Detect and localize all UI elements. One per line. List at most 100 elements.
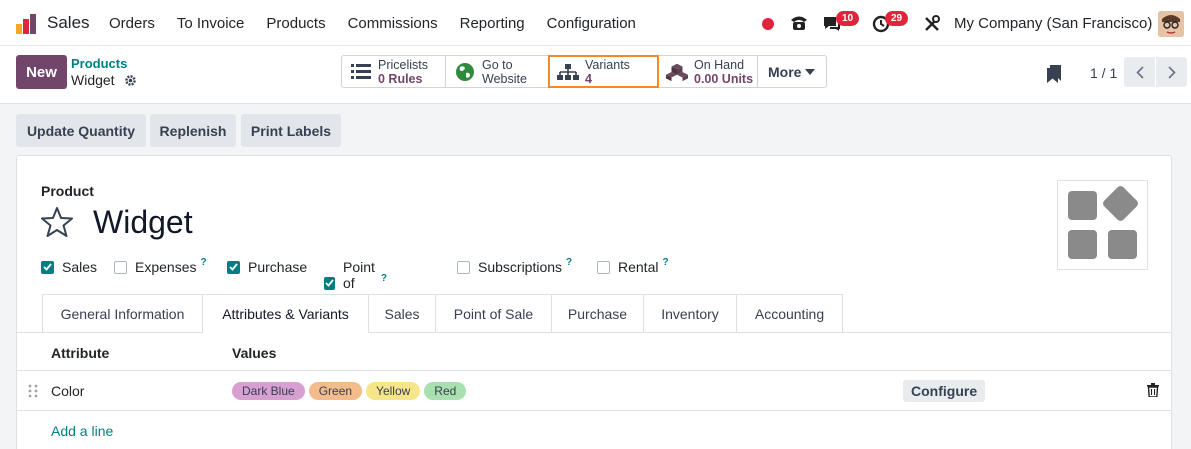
product-field-label: Product [41, 183, 94, 199]
main-menu: Orders To Invoice Products Commissions R… [98, 0, 647, 46]
record-dot-icon[interactable] [762, 18, 774, 30]
configure-button[interactable]: Configure [903, 380, 986, 402]
rental-checkbox[interactable] [597, 260, 610, 274]
pricelists-title: Pricelists [378, 57, 429, 72]
tab-inventory[interactable]: Inventory [644, 294, 737, 333]
pager-value[interactable]: 1 / 1 [1090, 65, 1117, 81]
rental-checkbox-item[interactable]: Rental ? [597, 257, 669, 275]
bookmark-icon[interactable] [1047, 65, 1061, 83]
pricelists-smart-button[interactable]: Pricelists 0 Rules [342, 56, 446, 87]
website-title: Go to [482, 57, 513, 72]
tab-point-of-sale[interactable]: Point of Sale [436, 294, 552, 333]
chevron-left-icon [1135, 65, 1144, 79]
variants-smart-button[interactable]: Variants 4 [548, 55, 659, 88]
expenses-checkbox[interactable] [114, 260, 127, 274]
values-tags[interactable]: Dark Blue Green Yellow Red [232, 382, 467, 400]
column-header-attribute[interactable]: Attribute [51, 345, 109, 361]
placeholder-image-icon [1068, 186, 1138, 259]
menu-to-invoice[interactable]: To Invoice [166, 15, 256, 32]
tools-icon[interactable] [923, 15, 941, 33]
expenses-help-icon[interactable]: ? [200, 257, 206, 268]
subscriptions-checkbox[interactable] [457, 260, 470, 274]
check-icon [229, 263, 238, 271]
product-name-input[interactable]: Widget [93, 204, 193, 241]
column-header-values[interactable]: Values [232, 345, 276, 361]
gear-icon[interactable] [124, 74, 137, 87]
update-quantity-button[interactable]: Update Quantity [16, 114, 146, 147]
pager-next-button[interactable] [1156, 57, 1187, 87]
activities-badge: 29 [885, 11, 909, 26]
smart-buttons: Pricelists 0 Rules Go to Website Variant… [341, 55, 827, 88]
sales-checkbox-item[interactable]: Sales [41, 259, 97, 275]
cubes-icon [666, 61, 688, 83]
purchase-checkbox-item[interactable]: Purchase [227, 259, 307, 275]
tab-accounting[interactable]: Accounting [737, 294, 843, 333]
sales-checkbox[interactable] [41, 260, 54, 274]
website-smart-button[interactable]: Go to Website [446, 56, 549, 87]
caret-down-icon [805, 68, 816, 75]
menu-products[interactable]: Products [255, 15, 336, 32]
value-tag-dark-blue: Dark Blue [232, 382, 305, 400]
company-switcher[interactable]: My Company (San Francisco) [954, 15, 1152, 32]
messages-badge: 10 [836, 11, 860, 26]
expenses-checkbox-item[interactable]: Expenses ? [114, 257, 207, 275]
point-of-sale-help-icon[interactable]: ? [381, 273, 387, 284]
value-tag-yellow: Yellow [366, 382, 421, 400]
rental-checkbox-label: Rental [618, 259, 659, 275]
header-divider [17, 370, 1171, 371]
replenish-button[interactable]: Replenish [150, 114, 236, 147]
purchase-checkbox-label: Purchase [248, 259, 308, 275]
check-icon [325, 279, 334, 287]
value-tag-green: Green [308, 382, 363, 400]
trash-icon[interactable] [1147, 383, 1159, 397]
tab-attributes-variants[interactable]: Attributes & Variants [203, 294, 369, 333]
notebook-tabs: General Information Attributes & Variant… [42, 294, 843, 333]
add-a-line-link[interactable]: Add a line [51, 423, 113, 439]
form-sheet: Product Widget Sales Expenses ? Purchase… [16, 155, 1172, 449]
on-hand-title: On Hand [694, 57, 745, 72]
favorite-star-icon[interactable] [41, 206, 73, 238]
on-hand-value: 0.00 Units [694, 71, 754, 86]
pager-previous-button[interactable] [1124, 57, 1155, 87]
drag-handle-icon[interactable] [28, 384, 38, 398]
purchase-checkbox[interactable] [227, 260, 240, 274]
menu-commissions[interactable]: Commissions [337, 15, 449, 32]
menu-reporting[interactable]: Reporting [449, 15, 536, 32]
control-panel: New Products Widget Pricelists 0 Rules G… [0, 46, 1191, 104]
row-divider [17, 410, 1171, 411]
new-button[interactable]: New [16, 55, 67, 89]
list-icon [350, 61, 372, 83]
tab-sales[interactable]: Sales [369, 294, 436, 333]
point-of-sale-checkbox[interactable] [324, 276, 335, 290]
user-avatar-image [1158, 11, 1184, 37]
rental-help-icon[interactable]: ? [662, 257, 668, 268]
sitemap-icon [557, 61, 579, 83]
subscriptions-checkbox-item[interactable]: Subscriptions ? [457, 257, 572, 275]
value-tag-red: Red [424, 382, 467, 400]
breadcrumb-current: Widget [71, 72, 115, 88]
subscriptions-checkbox-label: Subscriptions [478, 259, 563, 275]
more-label: More [768, 63, 802, 80]
globe-icon [454, 61, 476, 83]
sales-app-icon[interactable] [15, 13, 37, 35]
variants-title: Variants [585, 57, 630, 72]
menu-configuration[interactable]: Configuration [536, 15, 647, 32]
sales-checkbox-label: Sales [62, 259, 98, 275]
expenses-checkbox-label: Expenses [135, 259, 197, 275]
chevron-right-icon [1167, 65, 1176, 79]
print-labels-button[interactable]: Print Labels [241, 114, 341, 147]
on-hand-smart-button[interactable]: On Hand 0.00 Units [658, 56, 758, 87]
user-avatar[interactable] [1158, 11, 1184, 37]
app-name[interactable]: Sales [47, 13, 90, 33]
phone-icon[interactable] [789, 14, 809, 32]
tab-general-information[interactable]: General Information [42, 294, 203, 333]
menu-orders[interactable]: Orders [98, 15, 166, 32]
pricelists-value: 0 Rules [378, 71, 423, 86]
product-image[interactable] [1057, 180, 1148, 270]
subscriptions-help-icon[interactable]: ? [566, 257, 572, 268]
breadcrumb-products[interactable]: Products [71, 56, 127, 71]
more-dropdown-button[interactable]: More [758, 56, 826, 87]
tab-purchase[interactable]: Purchase [552, 294, 644, 333]
variants-value: 4 [585, 71, 592, 86]
attribute-cell[interactable]: Color [51, 383, 84, 399]
